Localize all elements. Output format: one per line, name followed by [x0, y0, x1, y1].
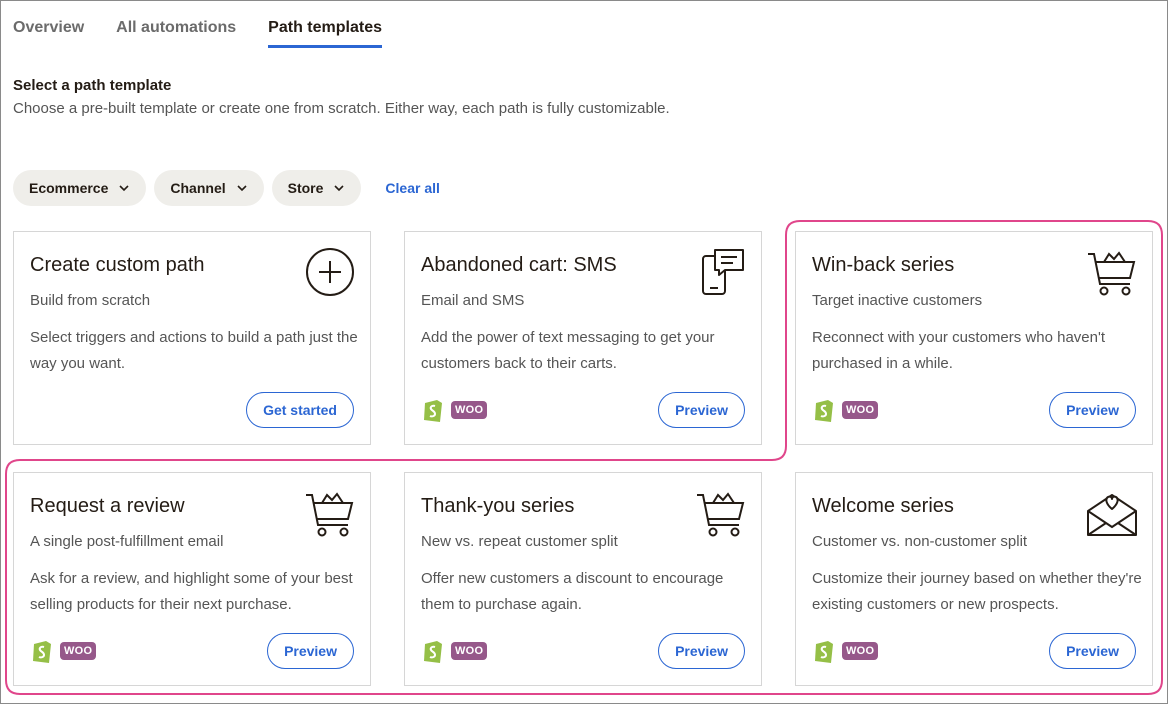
card-description: Offer new customers a discount to encour… [421, 570, 724, 613]
shopify-logo-icon [815, 641, 833, 663]
shopify-logo-icon [424, 641, 442, 663]
card-title: Thank-you series [421, 495, 575, 517]
card-subtitle: A single post-fulfillment email [30, 533, 224, 550]
envelope-heart-icon [1087, 494, 1137, 536]
integration-logos: WOO [812, 396, 879, 424]
integration-logos: WOO [30, 637, 97, 665]
woocommerce-logo: WOO [60, 642, 97, 660]
card-description: Customize their journey based on whether… [812, 570, 1142, 613]
shopping-cart-icon [1088, 251, 1136, 296]
card-title: Abandoned cart: SMS [421, 254, 617, 276]
filter-ecommerce-label: Ecommerce [29, 180, 109, 196]
card-title: Request a review [30, 495, 185, 517]
integration-logos: WOO [421, 637, 488, 665]
shopping-cart-icon [306, 492, 354, 537]
template-card-create-custom-path[interactable]: Create custom path Build from scratch Se… [13, 231, 371, 445]
tab-all-automations[interactable]: All automations [116, 19, 236, 48]
card-subtitle: Target inactive customers [812, 292, 983, 309]
tab-overview[interactable]: Overview [13, 19, 84, 48]
filter-bar: Ecommerce Channel Store Clear all [13, 170, 440, 206]
chevron-down-icon [237, 185, 247, 192]
get-started-button[interactable]: Get started [246, 392, 354, 428]
woocommerce-logo: WOO [842, 401, 879, 419]
plus-circle-icon [306, 248, 354, 296]
card-subtitle: Build from scratch [30, 292, 151, 309]
card-description: Add the power of text messaging to get y… [421, 329, 715, 372]
template-card-welcome-series[interactable]: Welcome series Customer vs. non-customer… [795, 472, 1153, 686]
chevron-down-icon [334, 185, 344, 192]
shopify-logo-icon [815, 400, 833, 422]
shopify-logo-icon [33, 641, 51, 663]
template-card-win-back-series[interactable]: Win-back series Target inactive customer… [795, 231, 1153, 445]
tab-path-templates[interactable]: Path templates [268, 19, 382, 48]
card-description: Ask for a review, and highlight some of … [30, 570, 353, 613]
card-description: Reconnect with your customers who haven'… [812, 329, 1106, 372]
filter-store[interactable]: Store [271, 170, 362, 206]
card-title: Welcome series [812, 495, 954, 517]
tab-bar: Overview All automations Path templates [13, 19, 414, 48]
preview-button[interactable]: Preview [267, 633, 354, 669]
integration-logos: WOO [812, 637, 879, 665]
card-subtitle: Customer vs. non-customer split [812, 533, 1028, 550]
clear-all-link[interactable]: Clear all [385, 180, 439, 196]
shopify-logo-icon [424, 400, 442, 422]
page-heading: Select a path template [13, 77, 172, 94]
woocommerce-logo: WOO [842, 642, 879, 660]
filter-ecommerce[interactable]: Ecommerce [13, 170, 147, 206]
filter-store-label: Store [287, 180, 324, 196]
card-description: Select triggers and actions to build a p… [30, 329, 358, 372]
preview-button[interactable]: Preview [1049, 633, 1136, 669]
preview-button[interactable]: Preview [658, 633, 745, 669]
card-subtitle: New vs. repeat customer split [421, 533, 618, 550]
woocommerce-logo: WOO [451, 642, 488, 660]
template-card-request-a-review[interactable]: Request a review A single post-fulfillme… [13, 472, 371, 686]
filter-channel[interactable]: Channel [154, 170, 264, 206]
card-title: Create custom path [30, 254, 205, 276]
template-card-thank-you-series[interactable]: Thank-you series New vs. repeat customer… [404, 472, 762, 686]
shopping-cart-icon [697, 492, 745, 537]
filter-channel-label: Channel [170, 180, 226, 196]
preview-button[interactable]: Preview [1049, 392, 1136, 428]
card-subtitle: Email and SMS [421, 292, 525, 309]
card-title: Win-back series [812, 254, 955, 276]
chevron-down-icon [119, 185, 129, 192]
template-card-abandoned-cart-sms[interactable]: Abandoned cart: SMS Email and SMS Add th… [404, 231, 762, 445]
page-subheading: Choose a pre-built template or create on… [13, 100, 670, 117]
integration-logos: WOO [421, 396, 488, 424]
woocommerce-logo: WOO [451, 401, 488, 419]
preview-button[interactable]: Preview [658, 392, 745, 428]
phone-message-icon [702, 249, 744, 295]
